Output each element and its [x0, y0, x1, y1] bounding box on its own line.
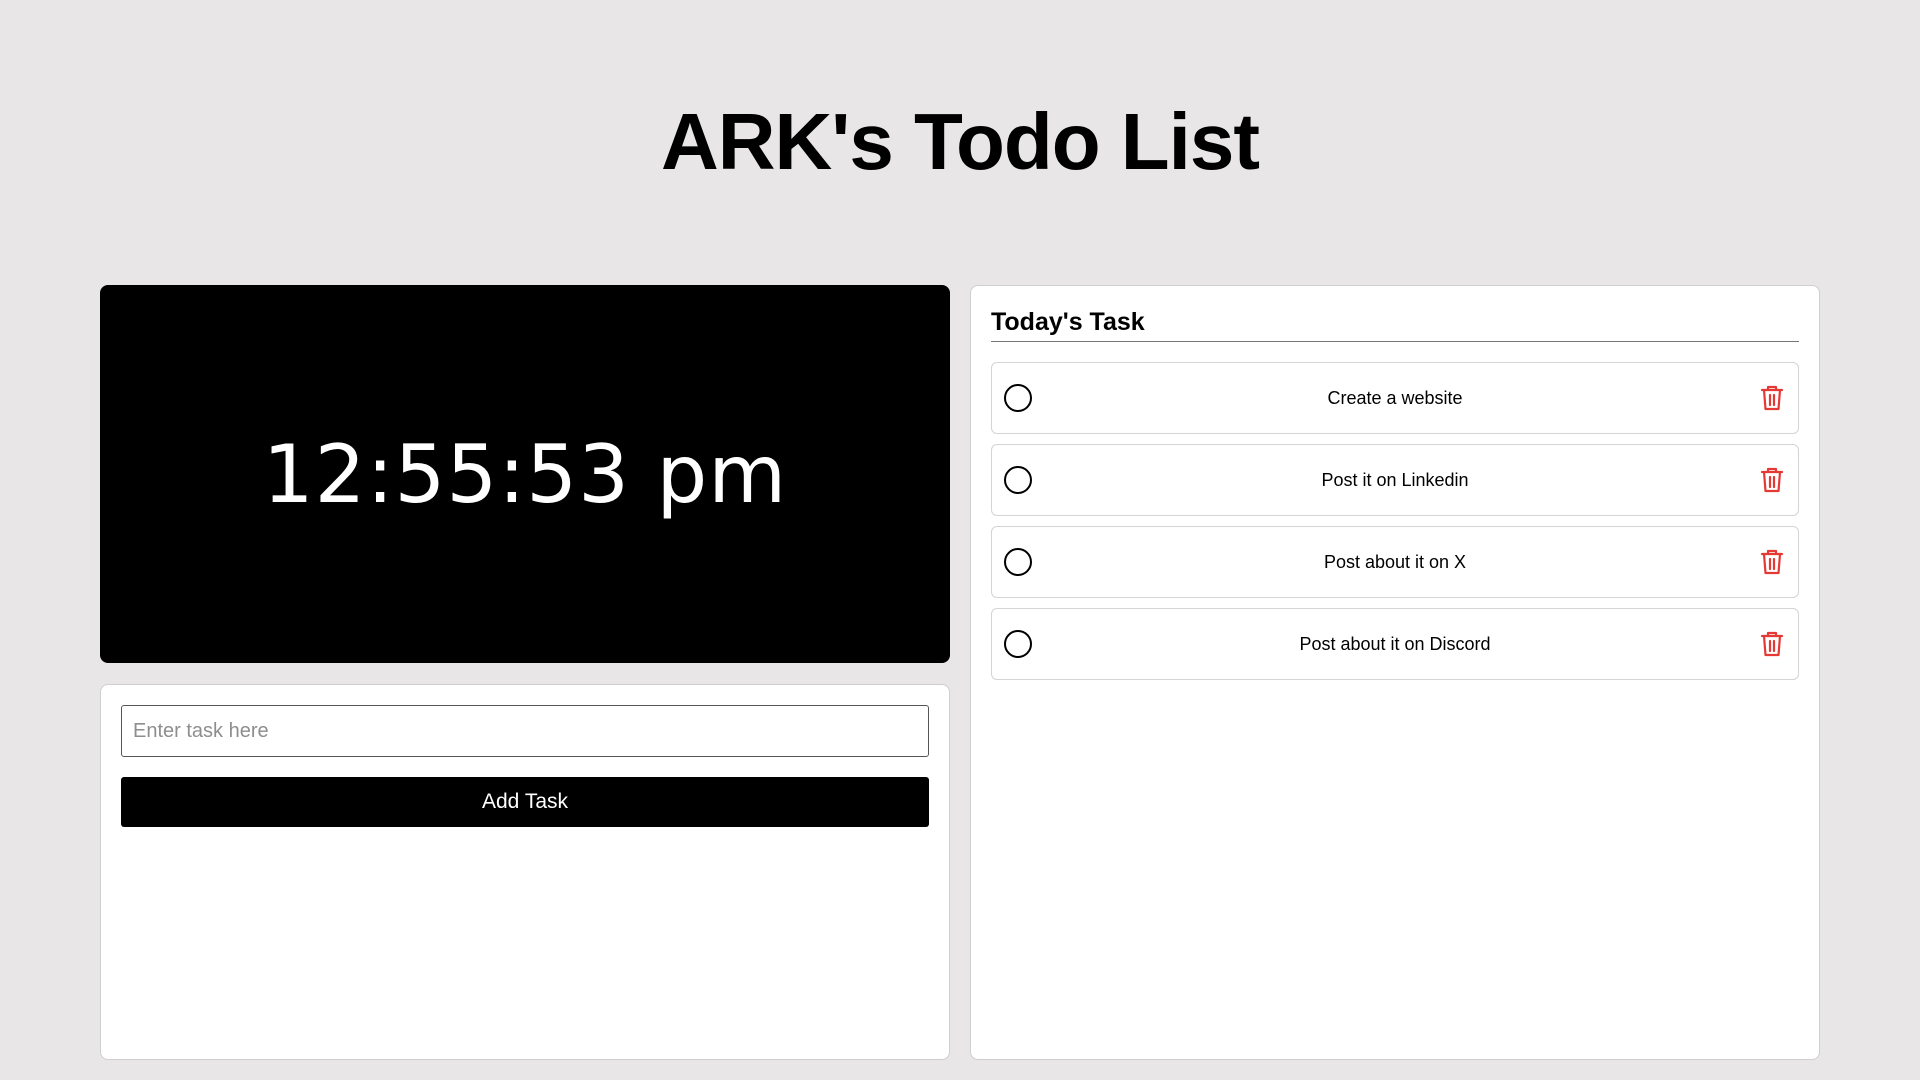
task-check-circle-icon[interactable] — [1004, 630, 1032, 658]
add-task-panel: Add Task — [100, 684, 950, 1060]
trash-icon[interactable] — [1758, 628, 1786, 660]
task-label: Create a website — [1327, 387, 1463, 408]
tasks-panel: Today's Task Create a website Post it on… — [970, 285, 1820, 1060]
task-input[interactable] — [121, 705, 929, 757]
trash-icon[interactable] — [1758, 464, 1786, 496]
page-title: ARK's Todo List — [660, 97, 1260, 186]
trash-icon[interactable] — [1758, 546, 1786, 578]
task-label: Post about it on Discord — [1299, 633, 1491, 654]
task-item: Post it on Linkedin — [991, 444, 1799, 516]
task-list: Create a website Post it on Linkedin Pos… — [991, 362, 1799, 680]
task-item: Post about it on Discord — [991, 608, 1799, 680]
task-check-circle-icon[interactable] — [1004, 548, 1032, 576]
add-task-button[interactable]: Add Task — [121, 777, 929, 827]
clock-time: 12:55:53 pm — [262, 427, 788, 521]
tasks-heading: Today's Task — [991, 286, 1799, 342]
clock-panel: 12:55:53 pm — [100, 285, 950, 663]
task-item: Create a website — [991, 362, 1799, 434]
task-label: Post about it on X — [1323, 551, 1467, 572]
task-check-circle-icon[interactable] — [1004, 466, 1032, 494]
task-item: Post about it on X — [991, 526, 1799, 598]
trash-icon[interactable] — [1758, 382, 1786, 414]
task-label: Post it on Linkedin — [1321, 469, 1469, 490]
task-check-circle-icon[interactable] — [1004, 384, 1032, 412]
